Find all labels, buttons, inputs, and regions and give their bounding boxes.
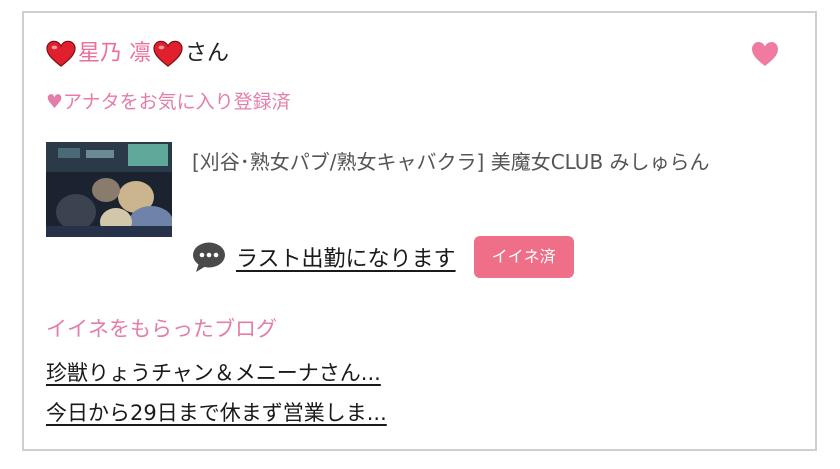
shop-thumbnail[interactable] <box>46 142 172 237</box>
red-heart-icon <box>46 40 76 67</box>
favorite-status: ♥アナタをお気に入り登録済 <box>46 91 291 113</box>
blog-heading: イイネをもらったブログ <box>46 317 277 341</box>
blog-link[interactable]: 珍獣りょうチャン＆メニーナさん... <box>46 361 381 385</box>
shop-name: [刈谷･熟女パブ/熟女キャバクラ] 美魔女CLUB みしゅらん <box>192 150 710 174</box>
list-item: 珍獣りょうチャン＆メニーナさん... <box>46 353 387 393</box>
iine-done-button[interactable]: イイネ済 <box>473 236 574 278</box>
blog-list: 珍獣りょうチャン＆メニーナさん... 今日から29日まで休まず営業しま... <box>46 353 387 433</box>
blog-link[interactable]: 今日から29日まで休まず営業しま... <box>46 401 387 425</box>
cast-honorific: さん <box>185 41 230 66</box>
red-heart-icon <box>153 40 183 67</box>
status-link[interactable]: ラスト出勤になります <box>236 241 456 273</box>
cast-title[interactable]: 星乃 凛 さん <box>46 37 229 71</box>
cast-card: 星乃 凛 さん ♥アナタをお気に入り登録済 [刈谷･熟女パブ/熟女キャバクラ] … <box>22 11 817 451</box>
shop-photo-image <box>46 142 172 237</box>
speech-bubble-icon <box>193 242 225 272</box>
cast-name: 星乃 凛 <box>78 41 151 66</box>
list-item: 今日から29日まで休まず営業しま... <box>46 393 387 433</box>
pink-heart-icon[interactable] <box>751 41 779 67</box>
status-row: ラスト出勤になります イイネ済 <box>192 235 574 279</box>
